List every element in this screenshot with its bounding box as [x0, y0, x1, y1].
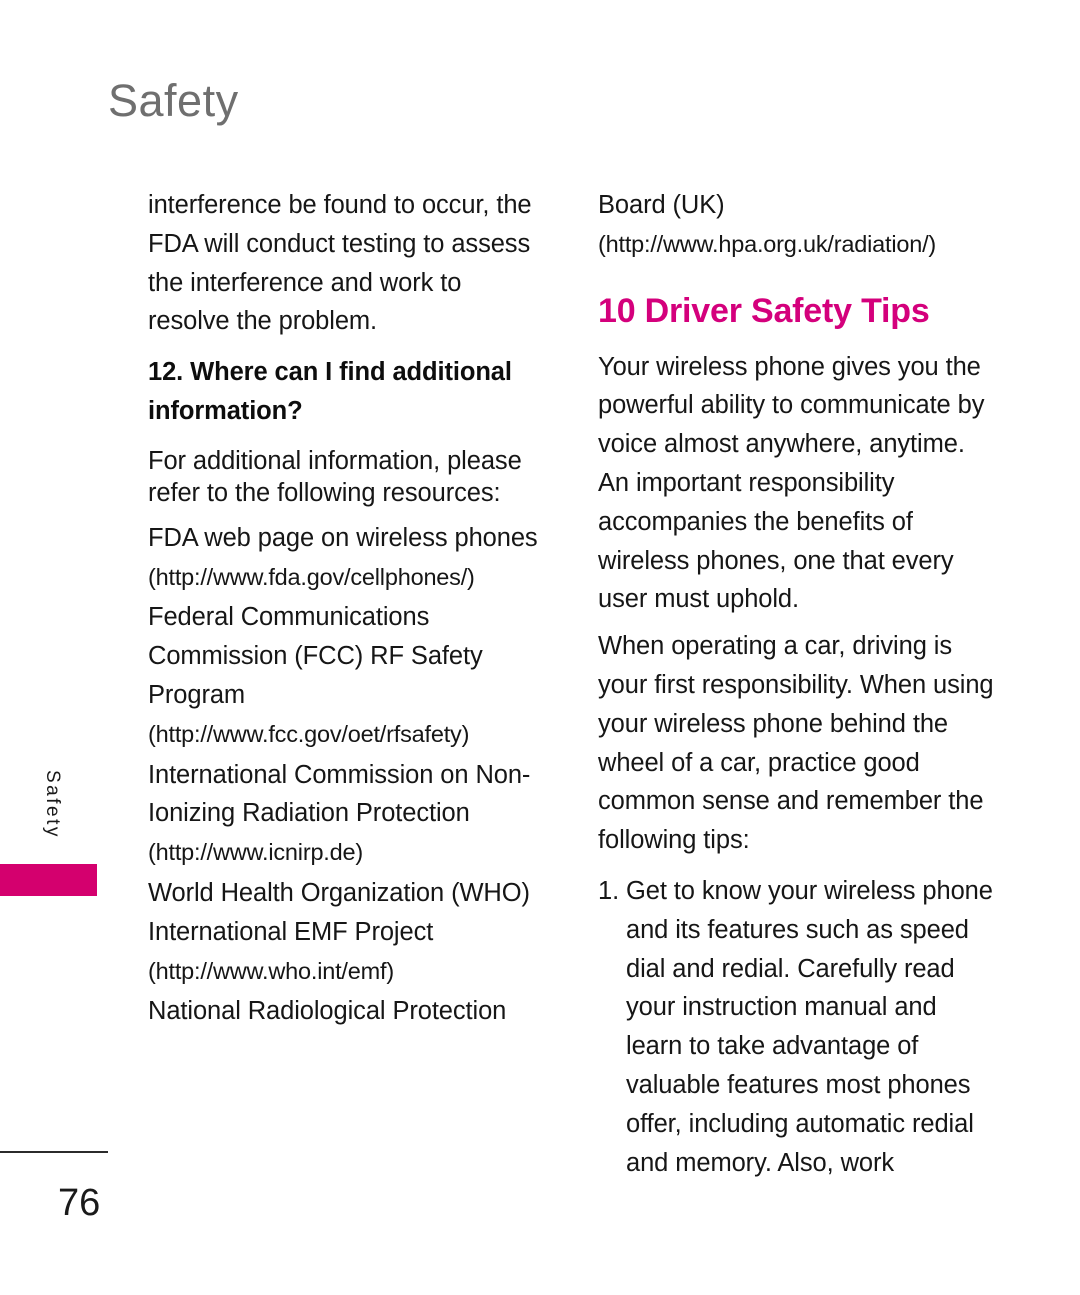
resource-name: Federal Communications Commission (FCC) … [148, 603, 483, 709]
continued-resource-url: (http://www.hpa.org.uk/radiation/) [598, 230, 937, 257]
page-number: 76 [58, 1182, 101, 1224]
resource-name: FDA web page on wireless phones [148, 523, 538, 552]
footer-divider [0, 1151, 108, 1153]
left-column: interference be found to occur, the FDA … [148, 186, 548, 1031]
intro-paragraph-2: When operating a car, driving is your fi… [598, 632, 994, 855]
list-item-marker: 1. [598, 876, 620, 905]
resource-name: International Commission on Non-Ionizing… [148, 760, 531, 828]
continued-paragraph: interference be found to occur, the FDA … [148, 191, 532, 336]
side-tab-marker [0, 864, 97, 896]
resource-url: (http://www.fcc.gov/oet/rfsafety) [148, 720, 470, 747]
list-item-text: Get to know your wireless phone and its … [626, 876, 993, 1177]
faq-heading: 12. Where can I find additional informat… [148, 358, 512, 425]
resource-url: (http://www.fda.gov/cellphones/) [148, 563, 475, 590]
resource-url: (http://www.icnirp.de) [148, 839, 364, 866]
manual-page: Safety Safety interference be found to o… [0, 0, 1080, 1295]
resource-item: FDA web page on wireless phones (http://… [148, 519, 548, 597]
section-heading: 10 Driver Safety Tips [598, 291, 930, 330]
intro-paragraph-1: Your wireless phone gives you the powerf… [598, 352, 985, 614]
resource-item: International Commission on Non-Ionizing… [148, 756, 548, 872]
resource-name-partial: National Radiological Protection [148, 997, 507, 1026]
list-item: 1. Get to know your wireless phone and it… [598, 872, 998, 1182]
resource-item: World Health Organization (WHO) Internat… [148, 874, 548, 990]
page-title: Safety [108, 75, 239, 126]
resource-url: (http://www.who.int/emf) [148, 957, 394, 984]
resources-intro: For additional information, please refer… [148, 446, 522, 507]
continued-resource-name: Board (UK) [598, 191, 725, 219]
resource-name: World Health Organization (WHO) Internat… [148, 878, 530, 946]
right-column: Board (UK) (http://www.hpa.org.uk/radiat… [598, 186, 998, 1182]
resource-item: Federal Communications Commission (FCC) … [148, 598, 548, 753]
